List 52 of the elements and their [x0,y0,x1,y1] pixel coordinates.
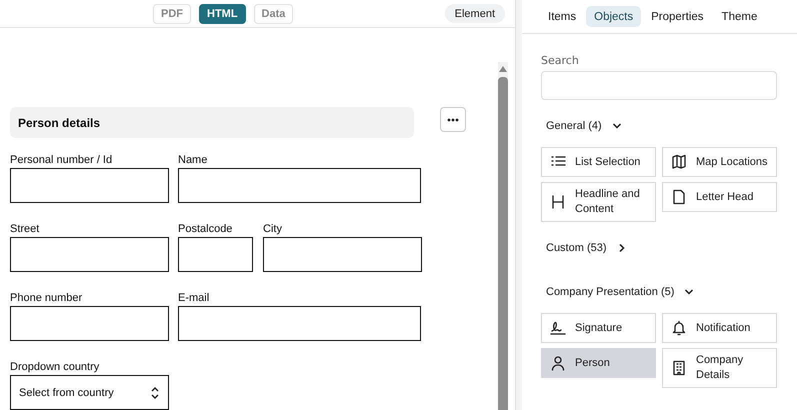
search-field[interactable] [541,71,777,100]
field-label: Phone number [10,292,84,306]
chevron-icon [684,287,694,297]
scrollbar[interactable] [498,62,508,410]
section-header: Person details [10,107,414,138]
object-card[interactable]: Notification [662,313,777,343]
view-tab[interactable]: PDF [153,4,191,24]
panel-tab[interactable]: Items [540,6,584,27]
input-field[interactable] [10,237,169,272]
chevron-icon [612,121,622,131]
view-tab[interactable]: HTML [199,4,246,24]
field-label: Name [178,154,208,168]
field-label: Street [10,223,40,237]
field-label: Personal number / Id [10,154,114,168]
heading-icon [550,194,566,210]
object-card[interactable]: Letter Head [662,182,777,212]
object-card[interactable]: Person [541,348,656,378]
object-card[interactable]: Signature [541,313,656,343]
field-label: Postalcode [178,223,234,237]
country-dropdown[interactable]: Select from country [10,375,169,410]
map-icon [671,154,687,170]
bell-icon [671,320,687,336]
input-field[interactable] [10,168,169,203]
search-label: Search [541,54,580,67]
input-field[interactable] [178,168,421,203]
input-field[interactable] [178,306,421,341]
panel-tab[interactable]: Theme [714,6,766,27]
input-field[interactable] [178,237,253,272]
field-label: City [263,223,283,237]
section-toggle[interactable]: Custom (53) [540,236,633,260]
chevron-icon [616,243,627,253]
object-card[interactable]: Map Locations [662,147,777,177]
field-label: Dropdown country [10,361,100,375]
element-button[interactable]: Element [444,4,506,23]
object-card[interactable]: Company Details [662,348,777,388]
more-icon [447,118,459,122]
panel-tab[interactable]: Objects [586,6,642,27]
field-label: E-mail [178,292,210,306]
section-toggle[interactable]: General (4) [540,114,628,138]
page-icon [671,189,687,205]
input-field[interactable] [263,237,422,272]
more-button[interactable] [440,107,466,132]
object-card[interactable]: List Selection [541,147,656,177]
panel-tab[interactable]: Properties [643,6,712,27]
object-card[interactable]: Headline and Content [541,182,656,222]
signature-icon [550,320,566,336]
chevron-updown-icon [150,386,160,400]
input-field[interactable] [10,306,169,341]
view-tab[interactable]: Data [254,4,294,24]
person-icon [550,355,566,371]
building-icon [671,360,687,376]
section-toggle[interactable]: Company Presentation (5) [540,280,700,304]
